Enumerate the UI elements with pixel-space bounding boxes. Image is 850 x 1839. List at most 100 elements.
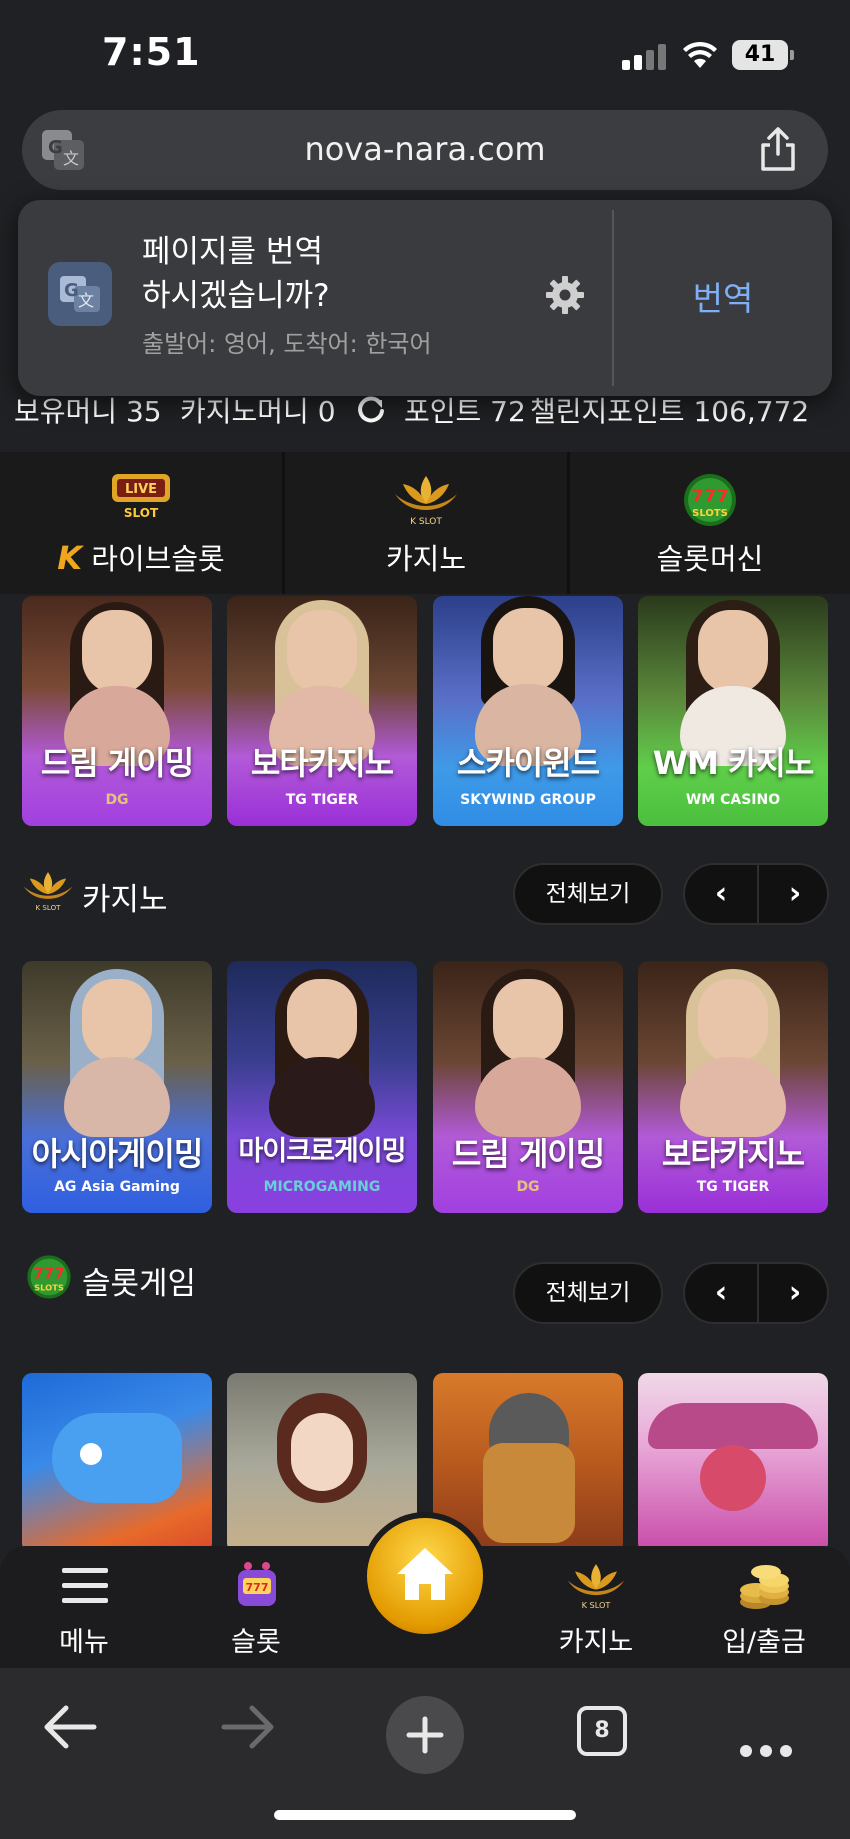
- svg-text:K SLOT: K SLOT: [36, 903, 62, 912]
- game-tile-dream-gaming[interactable]: 드림 게이밍 DG: [22, 596, 212, 826]
- gear-icon[interactable]: [544, 274, 586, 316]
- tile-name: 스카이윈드: [456, 744, 600, 782]
- back-arrow-icon[interactable]: [42, 1694, 98, 1760]
- tile-name: 마이크로게이밍: [238, 1136, 407, 1167]
- more-icon[interactable]: [738, 1718, 794, 1784]
- game-tile-microgaming[interactable]: 마이크로게이밍 MICROGAMING: [227, 961, 417, 1213]
- share-icon[interactable]: [758, 126, 798, 172]
- game-tile-bota-casino-2[interactable]: 보타카지노 TG TIGER: [638, 961, 828, 1213]
- home-indicator: [274, 1810, 576, 1820]
- casino-carousel-nav: ‹ ›: [683, 863, 829, 925]
- home-icon: [397, 1548, 453, 1600]
- slot-prev-button[interactable]: ‹: [685, 1264, 757, 1322]
- casino-icon: K SLOT: [567, 1564, 625, 1610]
- slot-next-button[interactable]: ›: [759, 1264, 831, 1322]
- status-bar: 7:51 41: [0, 0, 850, 112]
- tab-slot-machine[interactable]: 777 SLOTS 슬롯머신: [570, 452, 850, 594]
- wifi-icon: [683, 41, 717, 68]
- translate-prompt: G 文 페이지를 번역 하시겠습니까? 출발어: 영어, 도착어: 한국어 번역: [18, 200, 832, 396]
- casino-money: 카지노머니 0: [180, 395, 336, 428]
- translate-title-line2: 하시겠습니까?: [142, 278, 330, 314]
- casino-section-logo-icon: K SLOT: [23, 872, 73, 912]
- clock: 7:51: [102, 30, 201, 74]
- game-tile-asia-gaming[interactable]: 아시아게이밍 AG Asia Gaming: [22, 961, 212, 1213]
- home-button[interactable]: [361, 1512, 489, 1640]
- tab-slot-machine-label: 슬롯머신: [656, 542, 764, 576]
- points: 포인트 72: [404, 395, 526, 428]
- tile-brand: TG TIGER: [696, 1179, 770, 1195]
- slot-section-logo-icon: 777 SLOTS: [27, 1255, 71, 1299]
- game-tile-bota-casino[interactable]: 보타카지노 TG TIGER: [227, 596, 417, 826]
- coins-icon: [740, 1565, 789, 1609]
- plus-icon: [406, 1716, 444, 1754]
- nav-slot[interactable]: 777 슬롯: [176, 1546, 336, 1668]
- slot-view-all-button[interactable]: 전체보기: [513, 1262, 663, 1324]
- tile-brand: SKYWIND GROUP: [460, 792, 596, 808]
- tab-live-slot-text: 라이브슬롯: [91, 542, 225, 576]
- casino-prev-button[interactable]: ‹: [685, 865, 757, 923]
- tile-brand: MICROGAMING: [263, 1179, 381, 1195]
- sombrero: [648, 1403, 818, 1449]
- eye-icon: [80, 1443, 102, 1465]
- live-slot-logo-icon: LIVE SLOT: [112, 474, 170, 520]
- tile-name: 드림 게이밍: [451, 1135, 605, 1173]
- nav-slot-label: 슬롯: [231, 1627, 281, 1658]
- address-bar[interactable]: G 文 nova-nara.com: [22, 110, 828, 190]
- svg-text:文: 文: [78, 291, 94, 310]
- translate-button[interactable]: 번역: [614, 272, 832, 320]
- 777-slots-logo-icon: 777 SLOTS: [684, 474, 736, 526]
- casino-next-button[interactable]: ›: [759, 865, 831, 923]
- svg-text:SLOTS: SLOTS: [692, 508, 728, 519]
- dwarf-beard: [483, 1443, 575, 1543]
- tab-casino-label: 카지노: [385, 542, 467, 576]
- battery-tip: [790, 50, 794, 60]
- svg-text:777: 777: [691, 486, 729, 507]
- challenge-points: 챌린지포인트 106,772: [530, 395, 810, 428]
- svg-text:SLOT: SLOT: [124, 506, 159, 520]
- k-logo-icon: K: [57, 539, 83, 577]
- nav-menu-label: 메뉴: [59, 1627, 109, 1658]
- character-face: [291, 1413, 353, 1491]
- forward-arrow-icon[interactable]: [220, 1694, 276, 1760]
- nav-casino[interactable]: K SLOT 카지노: [516, 1546, 676, 1668]
- tile-brand: TG TIGER: [285, 792, 359, 808]
- svg-text:K SLOT: K SLOT: [410, 517, 442, 527]
- game-tile-skywind[interactable]: 스카이윈드 SKYWIND GROUP: [433, 596, 623, 826]
- tab-live-slot[interactable]: LIVE SLOT K 라이브슬롯: [0, 452, 282, 594]
- slot-game-tile-4[interactable]: [638, 1373, 828, 1553]
- tabs-button[interactable]: 8: [577, 1706, 627, 1756]
- tab-live-slot-label: K 라이브슬롯: [0, 536, 282, 578]
- tile-brand: DG: [516, 1179, 540, 1195]
- tab-casino[interactable]: K SLOT 카지노: [285, 452, 567, 594]
- nav-deposit-withdraw[interactable]: 입/출금: [684, 1546, 844, 1668]
- nav-menu[interactable]: 메뉴: [4, 1546, 164, 1668]
- slot-carousel-nav: ‹ ›: [683, 1262, 829, 1324]
- tile-brand: AG Asia Gaming: [54, 1179, 180, 1195]
- tile-name: 보타카지노: [661, 1135, 805, 1173]
- slot-section-title: 슬롯게임: [82, 1266, 197, 1302]
- home-button-inner: [367, 1518, 483, 1634]
- game-tile-dream-gaming-2[interactable]: 드림 게이밍 DG: [433, 961, 623, 1213]
- casino-logo-icon: K SLOT: [395, 476, 457, 527]
- svg-text:777: 777: [33, 1265, 64, 1283]
- tile-name: WM 카지노: [652, 744, 815, 782]
- slot-game-tile-1[interactable]: [22, 1373, 212, 1553]
- casino-section-title: 카지노: [82, 882, 168, 918]
- translate-title-line1: 페이지를 번역: [142, 234, 323, 270]
- tile-brand: DG: [105, 792, 129, 808]
- new-tab-button[interactable]: [386, 1696, 464, 1774]
- translate-languages: 출발어: 영어, 도착어: 한국어: [142, 330, 432, 358]
- cellular-signal-icon: [622, 44, 666, 70]
- refresh-icon[interactable]: [356, 394, 386, 424]
- casino-view-all-button[interactable]: 전체보기: [513, 863, 663, 925]
- hamburger-icon: [62, 1568, 108, 1603]
- category-tabs: LIVE SLOT K 라이브슬롯 K SLOT 카지노 777 SLOTS 슬…: [0, 452, 850, 594]
- url-text[interactable]: nova-nara.com: [22, 130, 828, 168]
- svg-text:G: G: [64, 280, 79, 301]
- svg-text:K SLOT: K SLOT: [582, 1600, 612, 1610]
- nav-deposit-withdraw-label: 입/출금: [722, 1627, 806, 1658]
- tile-brand: WM CASINO: [685, 792, 781, 808]
- svg-text:777: 777: [246, 1581, 269, 1594]
- shark-character: [52, 1413, 182, 1503]
- game-tile-wm-casino[interactable]: WM 카지노 WM CASINO: [638, 596, 828, 826]
